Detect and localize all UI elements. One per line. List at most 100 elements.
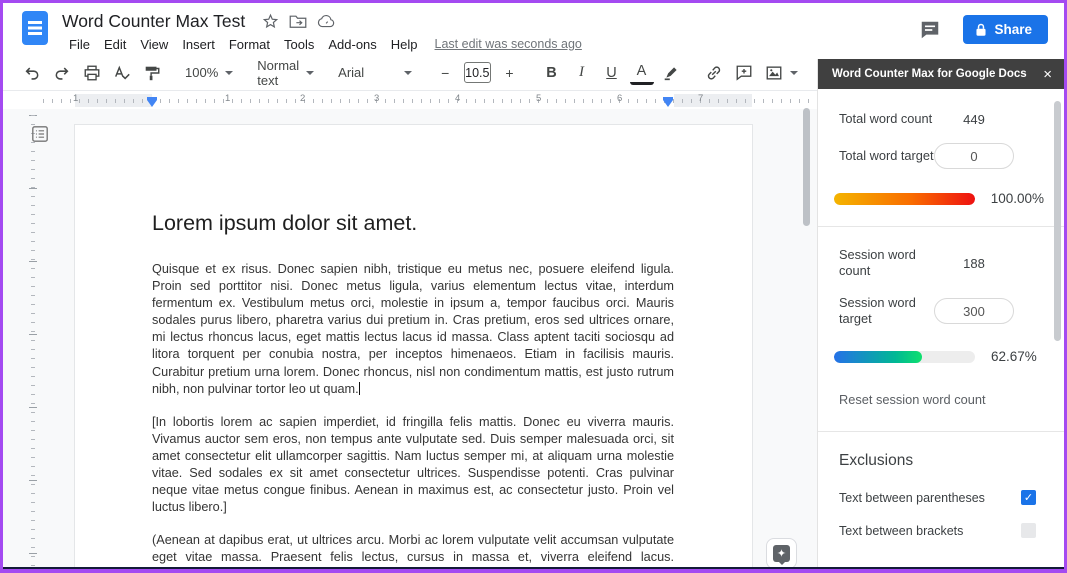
insert-link-button[interactable] [702, 61, 726, 85]
ruler-number: 7 [698, 93, 704, 104]
menu-edit[interactable]: Edit [97, 35, 133, 54]
zoom-value: 100% [185, 65, 219, 80]
document-page[interactable]: Lorem ipsum dolor sit amet. Quisque et e… [74, 124, 753, 569]
ruler-number: 1 [73, 93, 79, 104]
total-progress-row: 100.00% [834, 191, 1044, 206]
ruler-number: 1 [225, 93, 231, 104]
document-paragraph: Quisque et ex risus. Donec sapien nibh, … [152, 261, 674, 398]
session-word-target-input[interactable] [934, 298, 1014, 324]
paragraph-style-select[interactable]: Normal text [251, 58, 320, 88]
last-edit-status[interactable]: Last edit was seconds ago [435, 37, 582, 51]
exclusion-parentheses-checkbox[interactable]: ✓ [1021, 490, 1036, 505]
window-bottom-edge [3, 567, 1064, 569]
session-word-target-row: Session word target [839, 295, 1044, 327]
toolbar: 100% Normal text Arial − 10.5 + B I U A [3, 55, 923, 91]
menu-format[interactable]: Format [222, 35, 277, 54]
add-comment-button[interactable] [732, 61, 756, 85]
document-workarea: 1 1 2 3 4 5 6 7 Lorem ipsum dolor sit am… [3, 92, 817, 569]
session-progress-track [834, 350, 975, 363]
exclusion-parentheses-label: Text between parentheses [839, 490, 985, 505]
chevron-down-icon [404, 70, 413, 75]
spell-check-button[interactable] [110, 61, 134, 85]
comment-history-icon[interactable] [919, 19, 941, 41]
total-progress-percent: 100.00% [990, 191, 1044, 206]
text-color-button[interactable]: A [629, 61, 654, 85]
insert-image-button[interactable] [759, 61, 804, 85]
word-counter-sidebar: Word Counter Max for Google Docs × Total… [817, 59, 1064, 569]
left-indent-marker[interactable] [147, 97, 157, 107]
app-window: Word Counter Max Test File Edit View Ins… [0, 0, 1067, 573]
sidebar-title: Word Counter Max for Google Docs [832, 68, 1027, 80]
increase-font-size-button[interactable]: + [498, 61, 522, 85]
ruler-number: 6 [617, 93, 623, 104]
sidebar-close-icon[interactable]: × [1043, 67, 1052, 82]
bold-button[interactable]: B [540, 61, 564, 85]
chevron-down-icon [789, 70, 798, 75]
google-docs-logo-icon[interactable] [22, 11, 48, 45]
explore-button[interactable]: ✦ [766, 538, 797, 569]
highlight-color-button[interactable] [660, 61, 684, 85]
document-title[interactable]: Word Counter Max Test [62, 11, 245, 32]
total-word-target-input[interactable] [934, 143, 1014, 169]
underline-button[interactable]: U [600, 61, 624, 85]
show-outline-button[interactable] [29, 123, 51, 145]
sidebar-header: Word Counter Max for Google Docs × [818, 59, 1064, 89]
session-word-count-row: Session word count 188 [839, 247, 1044, 279]
paint-format-button[interactable] [140, 61, 164, 85]
decrease-font-size-button[interactable]: − [433, 61, 457, 85]
print-button[interactable] [80, 61, 104, 85]
menu-file[interactable]: File [62, 35, 97, 54]
document-scrollbar[interactable] [803, 108, 810, 226]
session-progress-percent: 62.67% [991, 349, 1037, 364]
share-button-label: Share [994, 22, 1032, 37]
menu-addons[interactable]: Add-ons [321, 35, 383, 54]
sidebar-body: Total word count 449 Total word target 1… [818, 89, 1064, 569]
topbar: Word Counter Max Test File Edit View Ins… [3, 3, 1064, 55]
ruler-number: 3 [374, 93, 380, 104]
session-progress-row: 62.67% [834, 349, 1044, 364]
total-progress-track [834, 192, 975, 205]
menu-bar: File Edit View Insert Format Tools Add-o… [62, 33, 582, 55]
document-heading[interactable]: Lorem ipsum dolor sit amet. [152, 211, 674, 236]
right-indent-marker[interactable] [663, 97, 673, 107]
exclusion-parentheses-row: Text between parentheses ✓ [839, 490, 1044, 505]
exclusion-brackets-row: Text between brackets [839, 523, 1044, 538]
font-family-select[interactable]: Arial [332, 61, 418, 85]
font-size-input[interactable]: 10.5 [464, 62, 491, 83]
document-paragraph[interactable]: (Aenean at dapibus erat, ut ultrices arc… [152, 532, 674, 569]
outline-icon [32, 126, 48, 142]
undo-button[interactable] [20, 61, 44, 85]
total-progress-fill [834, 192, 975, 205]
total-word-target-row: Total word target [839, 143, 1044, 169]
paragraph-text[interactable]: Quisque et ex risus. Donec sapien nibh, … [152, 262, 674, 396]
total-word-count-label: Total word count [839, 111, 933, 126]
menu-view[interactable]: View [133, 35, 175, 54]
reset-session-link[interactable]: Reset session word count [839, 392, 986, 407]
exclusions-heading: Exclusions [839, 452, 914, 469]
total-word-count-row: Total word count 449 [839, 111, 1044, 127]
total-word-count-value: 449 [963, 111, 985, 127]
session-word-count-value: 188 [963, 255, 985, 271]
menu-insert[interactable]: Insert [175, 35, 222, 54]
redo-button[interactable] [50, 61, 74, 85]
lock-icon [976, 23, 986, 36]
menu-help[interactable]: Help [384, 35, 425, 54]
share-button[interactable]: Share [963, 15, 1048, 44]
sidebar-divider [818, 431, 1064, 432]
zoom-select[interactable]: 100% [179, 61, 239, 85]
exclusion-brackets-label: Text between brackets [839, 523, 964, 538]
explore-star-icon: ✦ [773, 545, 790, 565]
italic-button[interactable]: I [570, 61, 594, 85]
menu-tools[interactable]: Tools [277, 35, 321, 54]
ruler-number: 2 [300, 93, 306, 104]
star-icon[interactable] [262, 13, 279, 30]
sidebar-scrollbar[interactable] [1054, 101, 1061, 341]
horizontal-ruler[interactable]: 1 1 2 3 4 5 6 7 [3, 92, 817, 109]
exclusion-brackets-checkbox[interactable] [1021, 523, 1036, 538]
session-progress-fill [834, 350, 923, 363]
session-word-target-label: Session word target [839, 295, 916, 326]
cloud-saved-icon[interactable] [317, 14, 336, 28]
vertical-ruler[interactable] [15, 109, 41, 569]
document-paragraph[interactable]: [In lobortis lorem ac sapien imperdiet, … [152, 414, 674, 517]
move-folder-icon[interactable] [289, 14, 307, 29]
